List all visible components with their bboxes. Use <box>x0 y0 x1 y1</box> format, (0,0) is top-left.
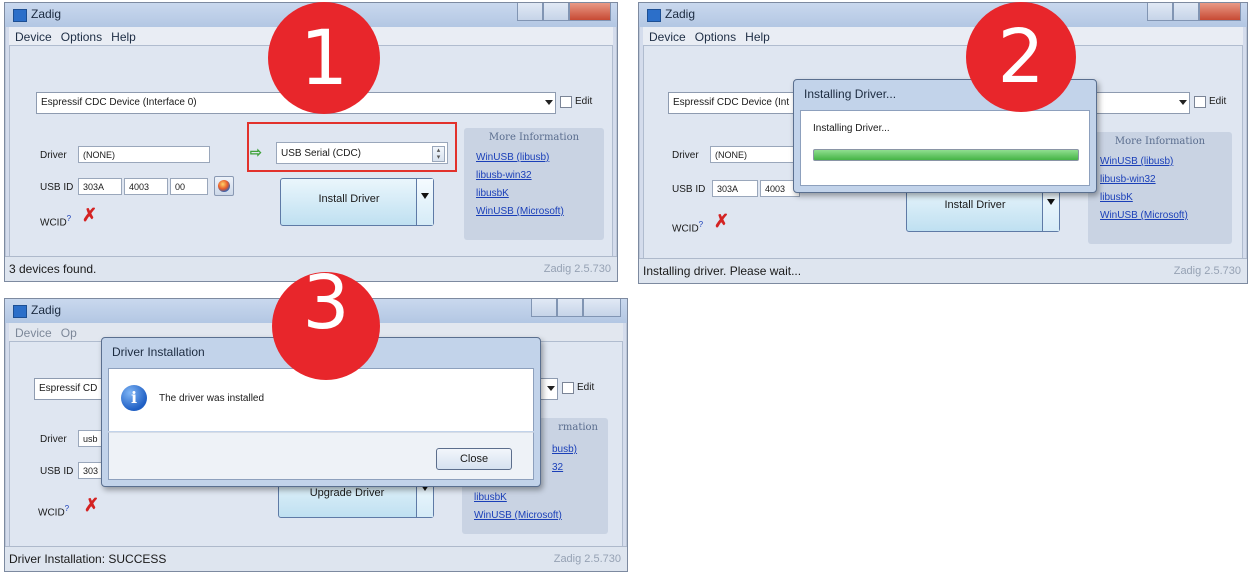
step-badge-2: 2 <box>966 2 1076 112</box>
title-bar: Zadig <box>639 3 1247 27</box>
step-badge-3: 3 <box>272 266 380 380</box>
link-libusb-win32[interactable]: 32 <box>552 462 563 473</box>
dialog-body: Installing Driver... <box>800 110 1090 186</box>
edit-checkbox[interactable] <box>1194 96 1206 108</box>
more-info-title: More Information <box>488 132 580 143</box>
close-button[interactable] <box>569 3 611 21</box>
dialog-message: The driver was installed <box>159 393 265 404</box>
status-text: 3 devices found. <box>9 262 97 276</box>
usbid-mi: 00 <box>170 178 208 195</box>
menu-bar: Device Options Help <box>643 27 1243 45</box>
step-badge-1: 1 <box>268 2 380 114</box>
menu-options[interactable]: Options <box>695 30 736 44</box>
window-title: Zadig <box>31 303 62 317</box>
version-text: Zadig 2.5.730 <box>1173 265 1241 277</box>
window-title: Zadig <box>665 7 696 21</box>
link-winusb-libusb[interactable]: busb) <box>552 444 577 455</box>
menu-device[interactable]: Device <box>649 30 686 44</box>
edit-label: Edit <box>575 96 593 107</box>
menu-device[interactable]: Device <box>15 326 52 340</box>
usbid-label: USB ID <box>40 466 74 477</box>
link-winusb-libusb[interactable]: WinUSB (libusb) <box>1100 156 1173 167</box>
usbid-label: USB ID <box>672 184 706 195</box>
globe-icon[interactable] <box>214 176 234 196</box>
usbid-vid: 303A <box>712 180 758 197</box>
highlight-box <box>247 122 457 172</box>
maximize-button[interactable] <box>1173 3 1199 21</box>
status-bar: Driver Installation: SUCCESS Zadig 2.5.7… <box>5 546 627 571</box>
dialog-text: Installing Driver... <box>813 123 890 134</box>
dialog-title: Driver Installation <box>112 345 205 359</box>
usbid-vid: 303A <box>78 178 122 195</box>
install-driver-button[interactable]: Install Driver <box>280 178 434 226</box>
link-winusb-microsoft[interactable]: WinUSB (Microsoft) <box>474 510 562 521</box>
menu-help[interactable]: Help <box>745 30 770 44</box>
link-libusb-win32[interactable]: libusb-win32 <box>1100 174 1156 185</box>
minimize-button[interactable] <box>531 299 557 317</box>
edit-label: Edit <box>577 382 595 393</box>
link-winusb-libusb[interactable]: WinUSB (libusb) <box>476 152 549 163</box>
more-info-title: More Information <box>1114 136 1206 147</box>
maximize-button[interactable] <box>557 299 583 317</box>
zadig-app-icon <box>647 9 661 22</box>
driver-field: (NONE) <box>78 146 210 163</box>
wcid-x-icon: ✗ <box>714 211 730 231</box>
wcid-label: WCID? <box>40 214 72 229</box>
edit-checkbox[interactable] <box>560 96 572 108</box>
zadig-app-icon <box>13 305 27 318</box>
close-button[interactable] <box>583 299 621 317</box>
wcid-x-icon: ✗ <box>82 205 98 225</box>
window-title: Zadig <box>31 7 62 21</box>
driver-label: Driver <box>672 150 699 161</box>
chevron-down-icon <box>1179 100 1187 105</box>
more-information-panel: More Information WinUSB (libusb) libusb-… <box>1088 132 1232 244</box>
status-text: Driver Installation: SUCCESS <box>9 552 167 566</box>
maximize-button[interactable] <box>543 3 569 21</box>
link-libusb-win32[interactable]: libusb-win32 <box>476 170 532 181</box>
menu-device[interactable]: Device <box>15 30 52 44</box>
edit-label: Edit <box>1209 96 1227 107</box>
menu-help[interactable]: Help <box>111 30 136 44</box>
link-libusbk[interactable]: libusbK <box>474 492 507 503</box>
window-controls <box>531 299 621 317</box>
wcid-label: WCID? <box>672 220 704 235</box>
info-icon: i <box>121 385 147 411</box>
wcid-label: WCID? <box>38 504 70 519</box>
status-bar: Installing driver. Please wait... Zadig … <box>639 258 1247 283</box>
chevron-down-icon <box>547 386 555 391</box>
edit-checkbox[interactable] <box>562 382 574 394</box>
window-controls <box>517 3 611 21</box>
link-winusb-microsoft[interactable]: WinUSB (Microsoft) <box>476 206 564 217</box>
more-information-panel: More Information WinUSB (libusb) libusb-… <box>464 128 604 240</box>
dialog-title: Installing Driver... <box>804 87 897 101</box>
usbid-pid: 4003 <box>124 178 168 195</box>
zadig-app-icon <box>13 9 27 22</box>
menu-options[interactable]: Op <box>61 326 77 340</box>
zadig-window-step2: Zadig Device Options Help Espressif CDC … <box>638 2 1248 284</box>
wcid-x-icon: ✗ <box>84 495 100 515</box>
status-text: Installing driver. Please wait... <box>643 264 802 278</box>
driver-label: Driver <box>40 150 67 161</box>
link-libusbk[interactable]: libusbK <box>476 188 509 199</box>
progress-bar <box>813 149 1079 161</box>
minimize-button[interactable] <box>517 3 543 21</box>
chevron-down-icon <box>545 100 553 105</box>
link-winusb-microsoft[interactable]: WinUSB (Microsoft) <box>1100 210 1188 221</box>
window-controls <box>1147 3 1241 21</box>
usbid-label: USB ID <box>40 182 74 193</box>
minimize-button[interactable] <box>1147 3 1173 21</box>
link-libusbk[interactable]: libusbK <box>1100 192 1133 203</box>
menu-options[interactable]: Options <box>61 30 102 44</box>
dropdown-icon[interactable] <box>416 179 433 225</box>
close-button[interactable] <box>1199 3 1241 21</box>
close-button[interactable]: Close <box>436 448 512 470</box>
version-text: Zadig 2.5.730 <box>543 263 611 275</box>
version-text: Zadig 2.5.730 <box>553 553 621 565</box>
driver-label: Driver <box>40 434 67 445</box>
